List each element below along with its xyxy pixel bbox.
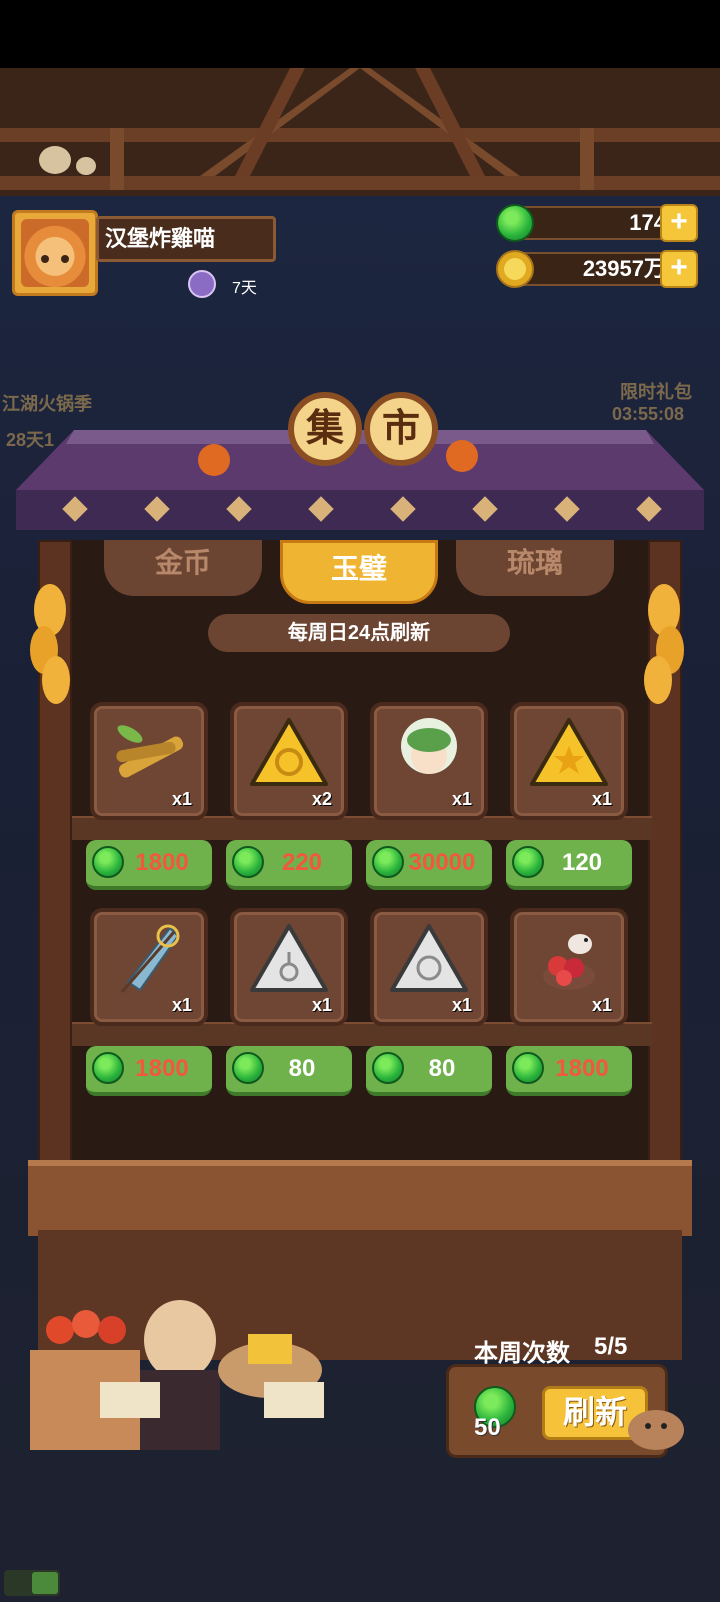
gold-star-rice-dumpling-icon [530,718,608,786]
tab-glaze[interactable]: 琉璃 [456,540,614,596]
avatar-eye-right [61,255,69,263]
toggle-knob [32,1572,58,1594]
coin-icon [496,250,534,288]
jade-icon [92,1052,124,1084]
shop-item-3[interactable]: x1 [370,702,488,820]
price-value: 220 [281,849,323,876]
price-button-3[interactable]: 30000 [366,840,492,890]
item-quantity: x1 [171,789,192,809]
silver-flower-rice-dumpling-icon [250,924,328,992]
guild-badge-icon[interactable] [188,270,216,298]
status-bar [0,0,720,68]
item-quantity: x1 [171,995,192,1015]
player-avatar[interactable] [12,210,98,296]
price-button-2[interactable]: 220 [226,840,352,890]
tab-jade[interactable]: 玉璧 [280,540,438,604]
green-haired-character-icon [401,718,457,774]
jade-icon [512,1052,544,1084]
paper-umbrella-icon [120,924,180,993]
shop-item-6[interactable]: x1 [230,908,348,1026]
price-value: 1800 [135,1055,189,1082]
shop-item-8[interactable]: x1 [510,908,628,1026]
corn-decoration-left-icon [30,584,70,704]
jade-icon [232,1052,264,1084]
jade-icon [496,204,534,242]
price-value: 1800 [555,1055,609,1082]
item-quantity: x1 [591,995,612,1015]
weekly-count-label: 本周次数 [474,1340,570,1367]
price-value: 120 [561,849,603,876]
item-quantity: x1 [311,995,332,1015]
gold-spiral-rice-dumpling-icon [250,718,328,786]
add-coin-button[interactable]: + [660,250,698,288]
weekly-count-value: 5/5 [594,1333,628,1360]
bamboo-icon [116,725,184,778]
jade-amount: 174 [512,206,678,240]
limited-gift-title[interactable]: 限时礼包 [620,378,692,404]
price-value: 1800 [135,849,189,876]
price-button-8[interactable]: 1800 [506,1046,632,1096]
debug-toggle[interactable] [4,1570,60,1596]
refresh-cost: 50 [474,1414,501,1441]
price-value: 80 [288,1055,316,1082]
market-sign-left: 集 [288,392,362,466]
badge-days: 7天 [232,280,257,297]
shop-item-4[interactable]: x1 [510,702,628,820]
jade-icon [372,1052,404,1084]
price-button-7[interactable]: 80 [366,1046,492,1096]
shop-item-5[interactable]: x1 [90,908,208,1026]
price-button-5[interactable]: 1800 [86,1046,212,1096]
silver-spiral-rice-dumpling-icon [390,924,468,992]
player-name: 汉堡炸雞喵 [96,216,276,262]
merchant-stall-icon [30,1300,324,1450]
price-button-4[interactable]: 120 [506,840,632,890]
price-value: 30000 [408,849,476,876]
cat-face [21,219,89,287]
coin-amount: 23957万 [512,252,678,286]
bird-flower-pot-icon [543,934,595,990]
jade-icon [232,846,264,878]
jade-icon [512,846,544,878]
jade-icon [92,846,124,878]
tab-gold[interactable]: 金币 [104,540,262,596]
shop-counter [28,1160,692,1236]
market-sign-right: 市 [364,392,438,466]
add-jade-button[interactable]: + [660,204,698,242]
item-quantity: x2 [311,789,332,809]
shop-item-7[interactable]: x1 [370,908,488,1026]
item-quantity: x1 [591,789,612,809]
price-button-1[interactable]: 1800 [86,840,212,890]
shop-item-2[interactable]: x2 [230,702,348,820]
jade-icon [372,846,404,878]
hotpot-event-title[interactable]: 江湖火锅季 [2,390,92,416]
price-button-6[interactable]: 80 [226,1046,352,1096]
item-quantity: x1 [451,789,472,809]
corn-decoration-right-icon [644,584,684,704]
shop-item-1[interactable]: x1 [90,702,208,820]
refresh-note: 每周日24点刷新 [208,614,510,652]
wooden-rafters [0,68,720,196]
item-quantity: x1 [451,995,472,1015]
mascot-icon [628,1410,684,1450]
avatar-eye-left [41,255,49,263]
price-value: 80 [428,1055,456,1082]
